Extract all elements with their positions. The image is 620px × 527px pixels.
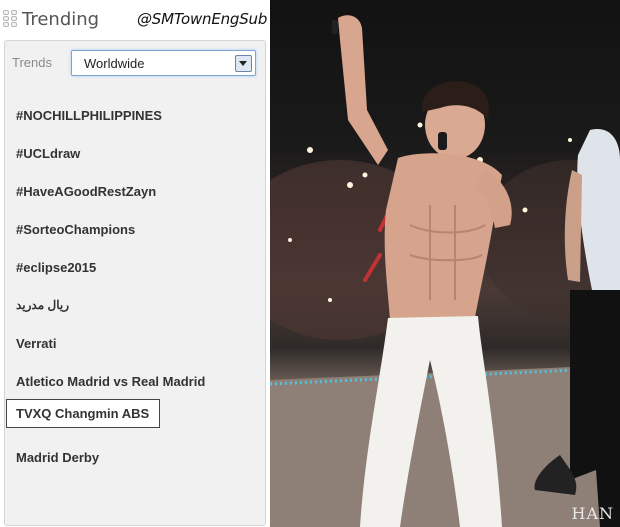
trend-item-highlighted[interactable]: TVXQ Changmin ABS [6,399,161,428]
grid-icon [3,10,17,28]
trend-item[interactable]: #HaveAGoodRestZayn [16,184,156,199]
trend-item[interactable]: Atletico Madrid vs Real Madrid [16,374,205,389]
trend-item[interactable]: Verrati [16,336,56,351]
photo-credit: HAN [571,504,614,523]
panel-header: Trending @SMTownEngSub [0,0,270,40]
trend-item[interactable]: #eclipse2015 [16,260,96,275]
concert-photo-graphic [270,15,620,527]
trend-item[interactable]: #NOCHILLPHILIPPINES [16,108,162,123]
chevron-down-icon[interactable] [235,55,252,72]
concert-photo: HAN [270,0,620,527]
source-watermark: @SMTownEngSub [137,10,268,28]
trend-item[interactable]: #UCLdraw [16,146,80,161]
trending-panel: Trending @SMTownEngSub Trends Worldwide … [0,0,270,527]
location-select-value: Worldwide [84,56,145,71]
trend-item[interactable]: ريال مدريد [16,298,69,312]
trends-label: Trends [12,55,52,70]
location-select[interactable]: Worldwide [71,50,256,76]
trend-item[interactable]: #SorteoChampions [16,222,135,237]
trend-item[interactable]: Madrid Derby [16,450,99,465]
trends-list: Trends Worldwide #NOCHILLPHILIPPINES #UC… [4,40,266,526]
panel-title: Trending [22,9,100,30]
